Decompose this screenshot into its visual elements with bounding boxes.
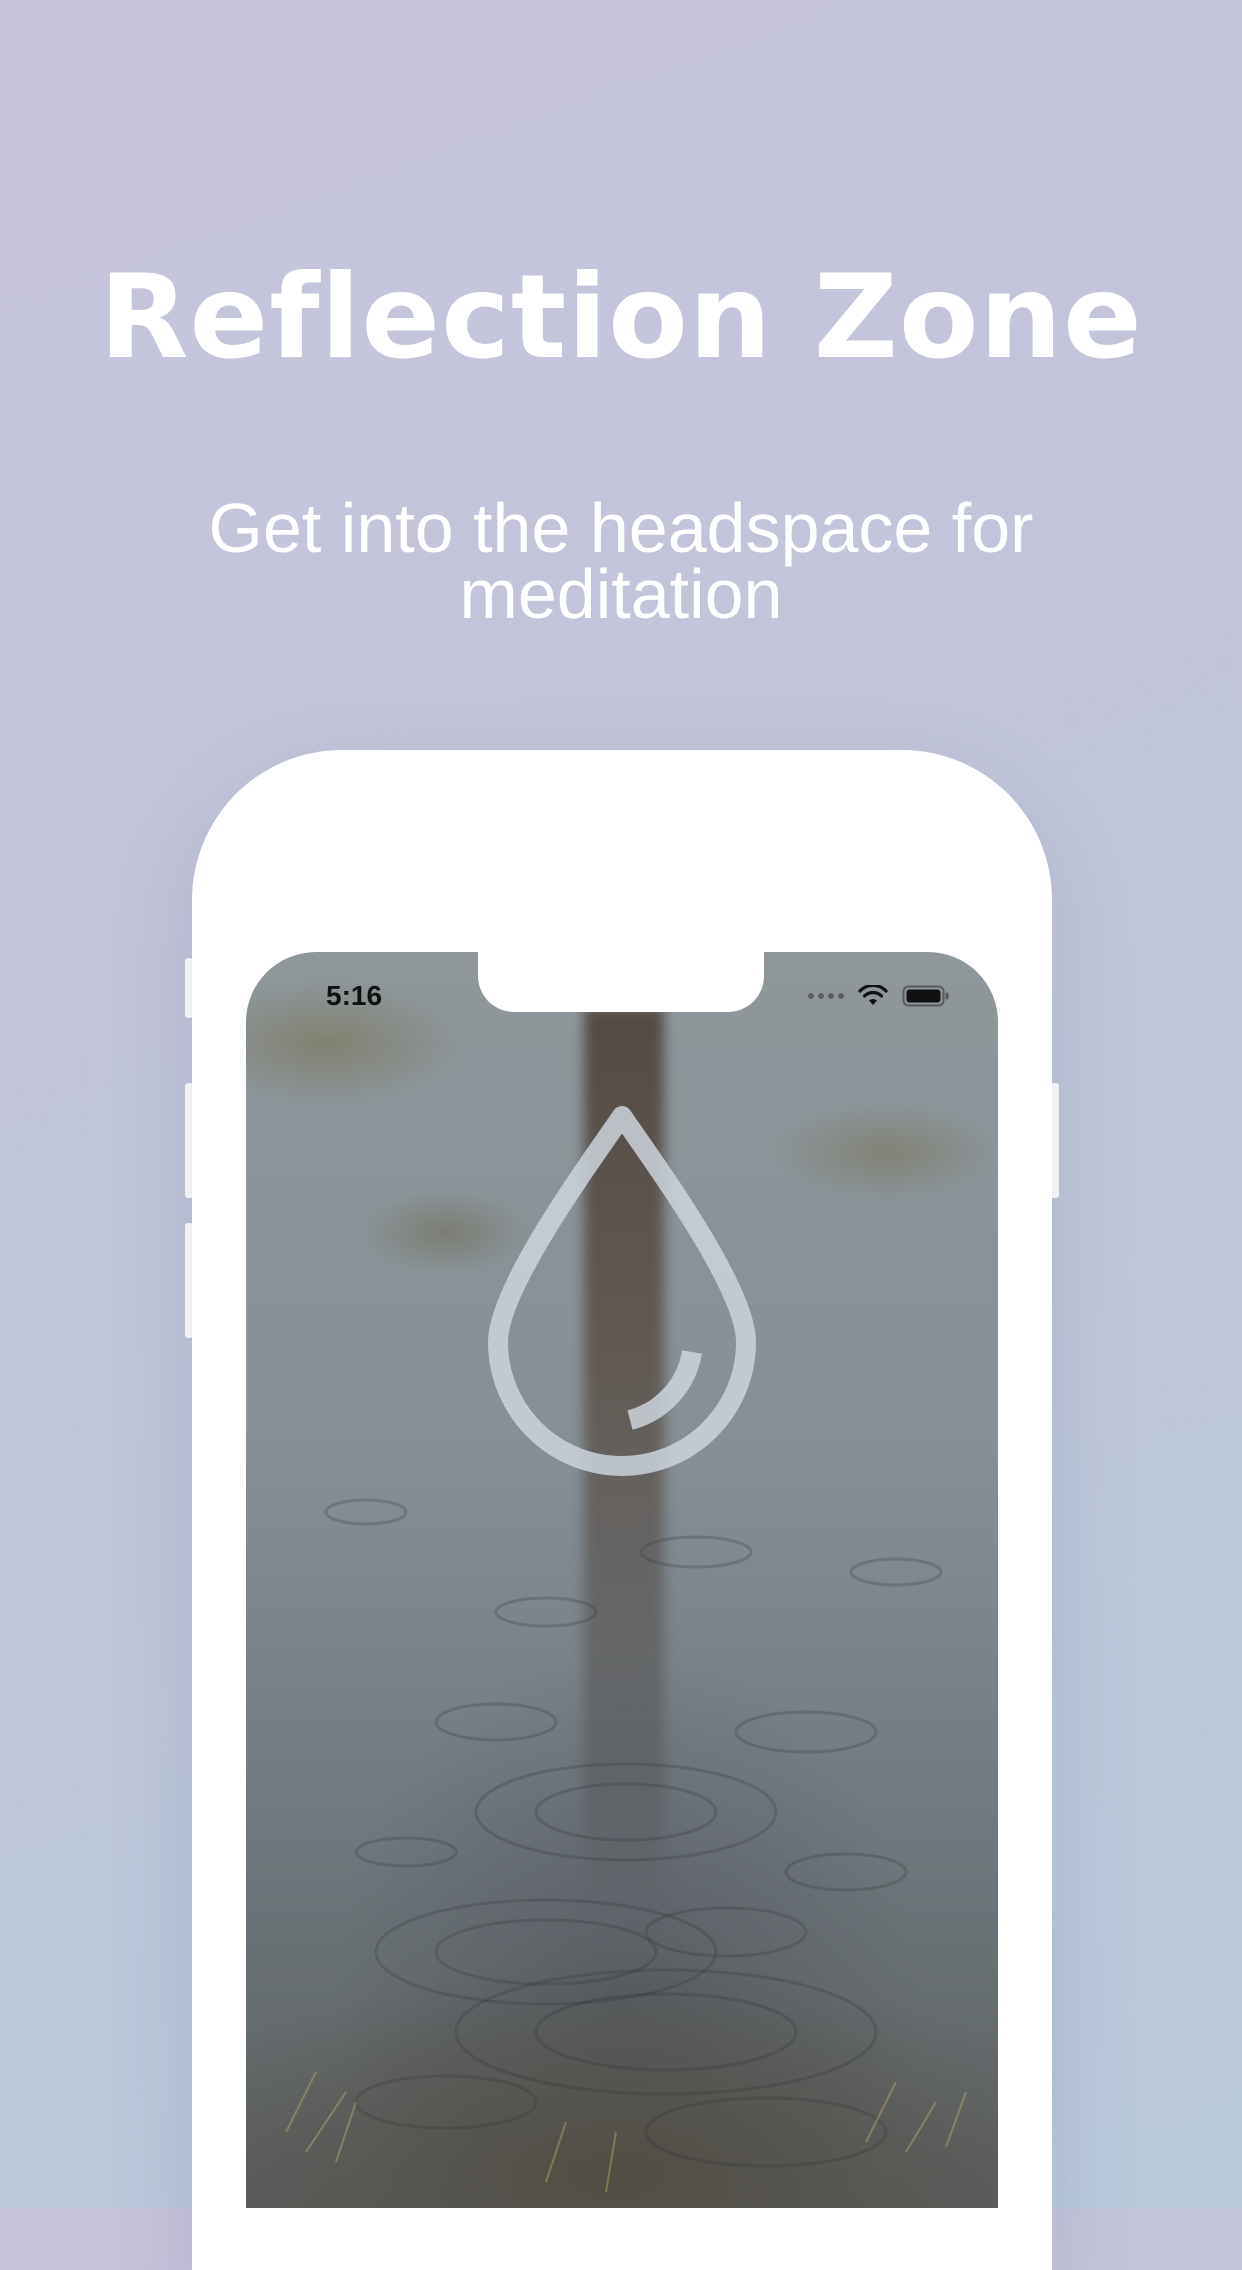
page-subtitle: Get into the headspace for meditation [208,489,1034,633]
status-icons [808,982,950,1010]
status-time: 5:16 [326,980,383,1011]
device-notch [478,952,764,1012]
battery-icon [902,984,950,1008]
water-drop-icon [482,1102,762,1482]
page-title: Reflection Zone [99,249,1143,385]
power-button [1051,1083,1059,1198]
wifi-icon [858,985,888,1007]
cellular-signal-icon [808,993,844,999]
device-screen: 5:16 [246,952,998,2208]
